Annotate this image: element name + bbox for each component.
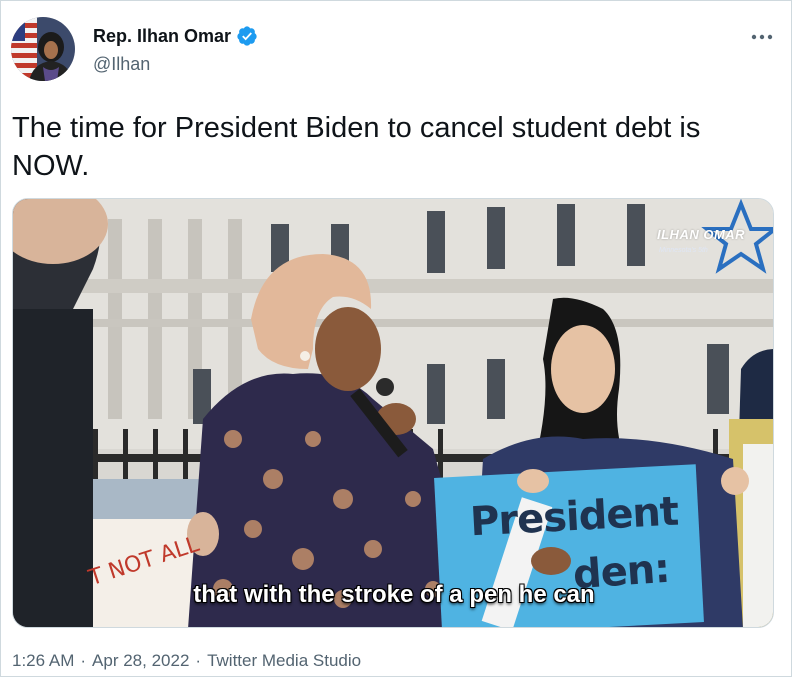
verified-badge-icon [236, 25, 258, 47]
tweet-card: Rep. Ilhan Omar @Ilhan The time for Pres… [0, 0, 792, 677]
tweet-meta: 1:26 AM · Apr 28, 2022 · Twitter Media S… [12, 651, 361, 671]
more-options-button[interactable] [745, 23, 779, 51]
tweet-date[interactable]: Apr 28, 2022 [92, 651, 189, 671]
meta-separator: · [195, 651, 202, 670]
tweet-source[interactable]: Twitter Media Studio [207, 651, 361, 671]
avatar[interactable] [11, 17, 75, 81]
video-logo-subtext: Minnesota's 5th [659, 247, 708, 254]
tweet-text: The time for President Biden to cancel s… [12, 112, 701, 182]
more-options-icon [751, 34, 773, 40]
author-block: Rep. Ilhan Omar @Ilhan [93, 25, 258, 75]
handle[interactable]: @Ilhan [93, 54, 258, 75]
video-caption: that with the stroke of a pen he can [193, 581, 595, 608]
video-logo-text: ILHAN OMAR [657, 227, 746, 242]
tweet-video[interactable]: ILHAN OMAR Minnesota's 5th President den… [12, 198, 774, 628]
meta-separator: · [80, 651, 87, 670]
author-row: Rep. Ilhan Omar [93, 25, 258, 47]
avatar-image [11, 17, 75, 81]
display-name[interactable]: Rep. Ilhan Omar [93, 26, 231, 47]
tweet-time[interactable]: 1:26 AM [12, 651, 74, 671]
